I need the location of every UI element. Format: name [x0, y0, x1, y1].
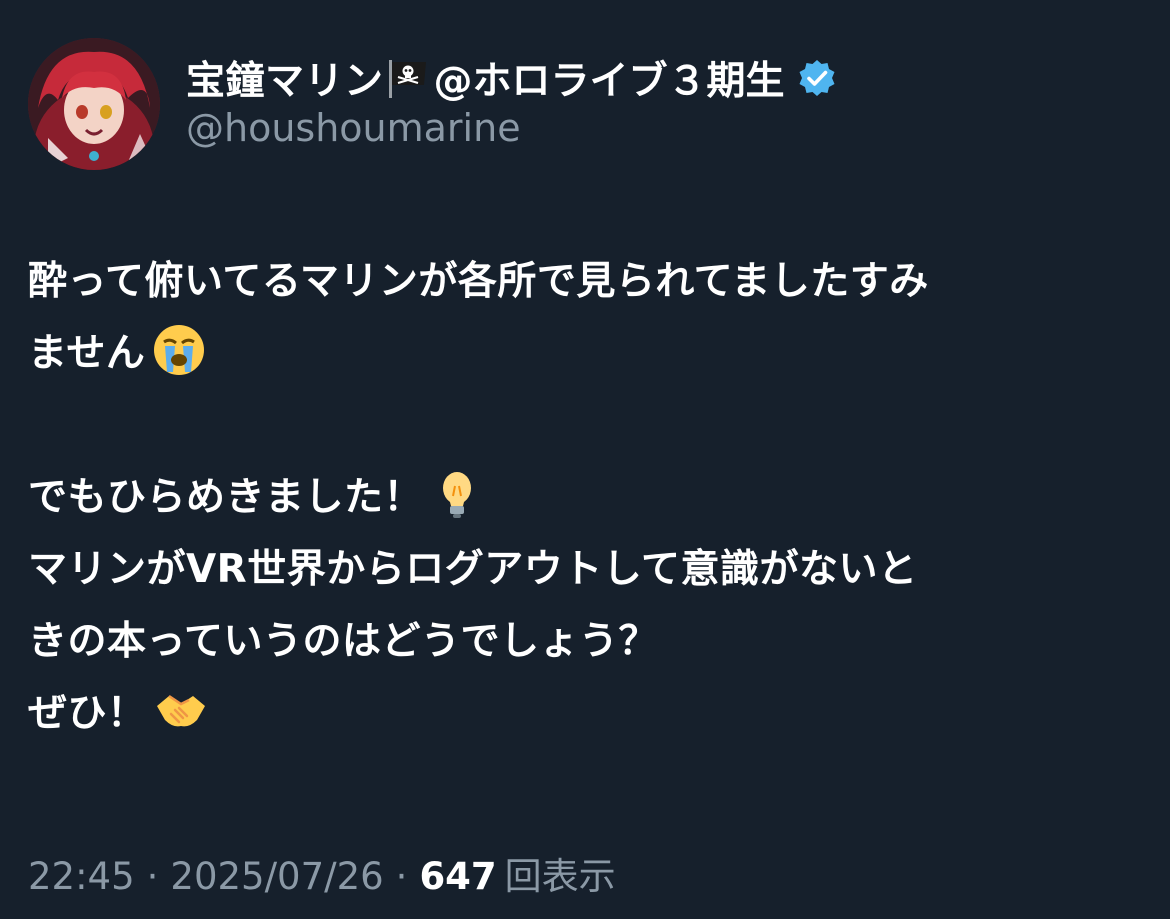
- display-name[interactable]: 宝鐘マリン: [186, 50, 384, 106]
- pirate-flag-icon: [386, 57, 430, 99]
- author-handle[interactable]: @houshoumarine: [186, 106, 521, 150]
- tweet-line-6: ぜひ！: [28, 678, 1138, 750]
- handshake-emoji: [153, 682, 209, 738]
- tweet-time[interactable]: 22:45: [28, 855, 135, 898]
- tweet-line-3-text: でもひらめきました！: [28, 475, 424, 520]
- meta-separator-2: ·: [395, 855, 408, 898]
- tweet-card: 宝鐘マリン @ホロライブ３期生 @houshoumarine 酔って俯いてるマリ…: [0, 0, 1170, 919]
- meta-separator: ·: [146, 855, 159, 898]
- tweet-line-1: 酔って俯いてるマリンが各所で見られてましたすみ: [28, 259, 929, 304]
- avatar-image: [28, 38, 160, 170]
- tweet-meta: 22:45 · 2025/07/26 · 647 回表示: [28, 846, 616, 900]
- tweet-text: 酔って俯いてるマリンが各所で見られてましたすみ ません でもひらめきました！ マ…: [28, 246, 1138, 750]
- tweet-line-6-text: ぜひ！: [28, 691, 147, 736]
- affiliation-text[interactable]: @ホロライブ３期生: [434, 50, 785, 106]
- light-bulb-emoji: [429, 466, 485, 522]
- tweet-line-4: マリンがVR世界からログアウトして意識がないと: [28, 547, 918, 592]
- tweet-date[interactable]: 2025/07/26: [170, 855, 383, 898]
- views-count[interactable]: 647: [419, 855, 496, 898]
- avatar[interactable]: [28, 38, 160, 170]
- loudly-crying-face-emoji: [151, 322, 207, 378]
- author-name-row[interactable]: 宝鐘マリン @ホロライブ３期生: [186, 52, 837, 104]
- views-label: 回表示: [504, 855, 616, 898]
- tweet-line-5: きの本っていうのはどうでしょう？: [28, 619, 659, 664]
- verified-badge-icon: [797, 58, 837, 98]
- tweet-line-2: ません: [28, 318, 1138, 390]
- tweet-line-3: でもひらめきました！: [28, 462, 1138, 534]
- tweet-line-2-text: ません: [28, 331, 146, 376]
